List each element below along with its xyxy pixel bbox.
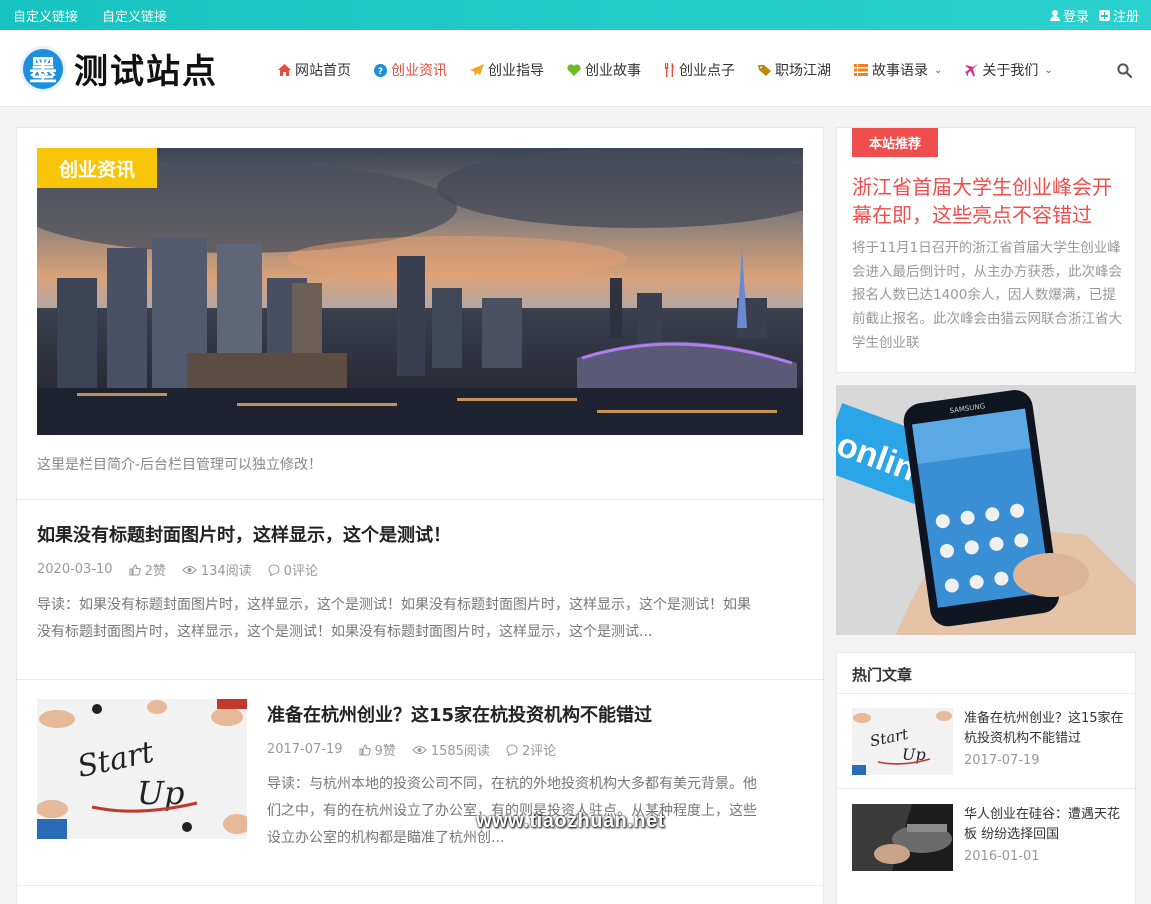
post-meta: 2020-03-10 2赞 134阅读 0评论 — [37, 560, 318, 579]
divider — [17, 679, 823, 680]
hot-article-title[interactable]: 准备在杭州创业？这15家在杭投资机构不能错过 — [964, 709, 1124, 749]
main-nav: 网站首页 ? 创业资讯 创业指导 创业故事 创业点子 职场江湖 故事语录 ⌄ 关… — [278, 60, 1076, 80]
top-links: 自定义链接 自定义链接 — [13, 6, 167, 25]
post-title[interactable]: 准备在杭州创业？这15家在杭投资机构不能错过 — [267, 701, 652, 727]
svg-text:?: ? — [378, 67, 383, 77]
comment-count[interactable]: 2评论 — [506, 740, 556, 759]
eye-icon — [412, 745, 427, 754]
start-up-image: Start Up — [37, 699, 247, 839]
divider — [837, 788, 1135, 789]
main-content: 创业资讯 这里是栏目简介-后台栏目管理可以独立修改！ 如果没有标题封面图片时，这… — [16, 127, 824, 904]
post-date: 2017-07-19 — [267, 742, 343, 757]
nav-workplace-label: 职场江湖 — [775, 63, 831, 79]
cutlery-icon — [665, 63, 674, 77]
recommend-widget: 本站推荐 浙江省首届大学生创业峰会开幕在即，这些亮点不容错过 将于11月1日召开… — [836, 127, 1136, 373]
nav-about-label: 关于我们 — [982, 63, 1039, 79]
post-meta: 2017-07-19 9赞 1585阅读 2评论 — [267, 740, 556, 759]
category-banner: 创业资讯 — [37, 148, 803, 435]
custom-link-2[interactable]: 自定义链接 — [102, 6, 167, 25]
like-count[interactable]: 2赞 — [129, 560, 166, 579]
plus-square-icon — [1098, 10, 1110, 21]
category-intro: 这里是栏目简介-后台栏目管理可以独立修改！ — [37, 457, 323, 473]
nav-startup-ideas-label: 创业点子 — [679, 63, 735, 79]
thumbs-up-icon — [359, 743, 371, 755]
logo-badge: 墨 — [20, 45, 66, 92]
post-date: 2020-03-10 — [37, 562, 113, 577]
hot-article-thumbnail[interactable]: Start Up — [852, 708, 953, 775]
divider — [837, 693, 1135, 694]
nav-startup-news-label: 创业资讯 — [391, 63, 447, 79]
hot-article-item[interactable]: 华人创业在硅谷：遭遇天花板 纷纷选择回国 2016-01-01 — [852, 804, 1122, 872]
smartphone-ad-image: onlin SAMSUNG — [836, 385, 1136, 635]
comment-count[interactable]: 0评论 — [268, 560, 318, 579]
thumbs-up-icon — [129, 563, 141, 575]
ad-banner[interactable]: onlin SAMSUNG — [836, 385, 1136, 635]
nav-quotes-label: 故事语录 — [872, 63, 928, 79]
excerpt-line: 导读：与杭州本地的投资公司不同，在杭的外地投资机构大多都有美元背景。他 — [267, 776, 757, 792]
comment-icon — [506, 743, 518, 756]
nav-startup-guide[interactable]: 创业指导 — [470, 60, 544, 80]
hot-article-date: 2016-01-01 — [964, 849, 1040, 864]
start-up-thumb-image: Start Up — [852, 708, 953, 775]
eye-icon — [182, 565, 197, 574]
post-thumbnail[interactable]: Start Up — [37, 699, 247, 839]
top-bar: 自定义链接 自定义链接 登录 注册 — [0, 0, 1151, 30]
nav-home[interactable]: 网站首页 — [278, 60, 351, 80]
search-icon[interactable] — [1117, 63, 1132, 78]
category-tag: 创业资讯 — [37, 148, 157, 188]
nav-startup-stories-label: 创业故事 — [585, 63, 641, 79]
watermark-text: www.tiaozhuan.net — [476, 810, 665, 832]
nav-startup-news[interactable]: ? 创业资讯 — [374, 60, 447, 80]
home-icon — [278, 64, 291, 76]
hot-articles-widget: 热门文章 Start Up 准备在杭州创业？这15家在杭投资机构不能错过 201… — [836, 652, 1136, 904]
divider — [17, 499, 823, 500]
city-skyline-image — [37, 148, 803, 435]
excerpt-line: 导读：如果没有标题封面图片时，这样显示，这个是测试！如果没有标题封面图片时，这样… — [37, 597, 751, 613]
view-count: 1585阅读 — [412, 740, 490, 759]
site-logo[interactable]: 墨 测试站点 — [20, 44, 218, 93]
heart-icon — [567, 64, 581, 76]
nav-home-label: 网站首页 — [295, 63, 351, 79]
car-interior-thumb-image — [852, 804, 953, 871]
hot-article-date: 2017-07-19 — [964, 753, 1040, 768]
hot-article-item[interactable]: Start Up 准备在杭州创业？这15家在杭投资机构不能错过 2017-07-… — [852, 708, 1124, 776]
divider — [17, 885, 823, 886]
nav-startup-stories[interactable]: 创业故事 — [567, 60, 641, 80]
tag-icon — [758, 64, 771, 76]
recommend-tag: 本站推荐 — [852, 128, 938, 157]
site-name: 测试站点 — [74, 52, 218, 92]
list-icon — [854, 64, 868, 76]
question-circle-icon: ? — [374, 63, 387, 77]
hot-article-thumbnail[interactable] — [852, 804, 953, 871]
nav-about[interactable]: 关于我们 ⌄ — [965, 60, 1053, 80]
plane-icon — [965, 63, 979, 76]
post-title[interactable]: 如果没有标题封面图片时，这样显示，这个是测试！ — [37, 521, 451, 547]
hot-article-title[interactable]: 华人创业在硅谷：遭遇天花板 纷纷选择回国 — [964, 805, 1124, 845]
nav-workplace[interactable]: 职场江湖 — [758, 60, 831, 80]
post-excerpt: 导读：如果没有标题封面图片时，这样显示，这个是测试！如果没有标题封面图片时，这样… — [37, 592, 807, 646]
recommend-title[interactable]: 浙江省首届大学生创业峰会开幕在即，这些亮点不容错过 — [852, 173, 1122, 229]
recommend-excerpt: 将于11月1日召开的浙江省首届大学生创业峰会进入最后倒计时，从主办方获悉，此次峰… — [852, 240, 1122, 351]
chevron-down-icon: ⌄ — [934, 64, 943, 76]
chevron-down-icon: ⌄ — [1044, 64, 1053, 76]
login-link[interactable]: 登录 — [1049, 6, 1089, 25]
like-count[interactable]: 9赞 — [359, 740, 396, 759]
register-link[interactable]: 注册 — [1098, 6, 1139, 25]
nav-startup-ideas[interactable]: 创业点子 — [664, 60, 735, 80]
comment-icon — [268, 563, 280, 576]
user-icon — [1049, 10, 1060, 21]
paper-plane-icon — [470, 63, 484, 76]
nav-quotes[interactable]: 故事语录 ⌄ — [854, 60, 942, 80]
nav-startup-guide-label: 创业指导 — [488, 63, 544, 79]
excerpt-line: 没有标题封面图片时，这样显示，这个是测试！如果没有标题封面图片时，这样显示，这个… — [37, 624, 653, 640]
hot-articles-heading: 热门文章 — [852, 666, 913, 684]
view-count: 134阅读 — [182, 560, 252, 579]
custom-link-1[interactable]: 自定义链接 — [13, 6, 78, 25]
site-header: 墨 测试站点 网站首页 ? 创业资讯 创业指导 创业故事 创业点子 职场江湖 故… — [0, 30, 1151, 107]
auth-links: 登录 注册 — [1049, 6, 1139, 25]
